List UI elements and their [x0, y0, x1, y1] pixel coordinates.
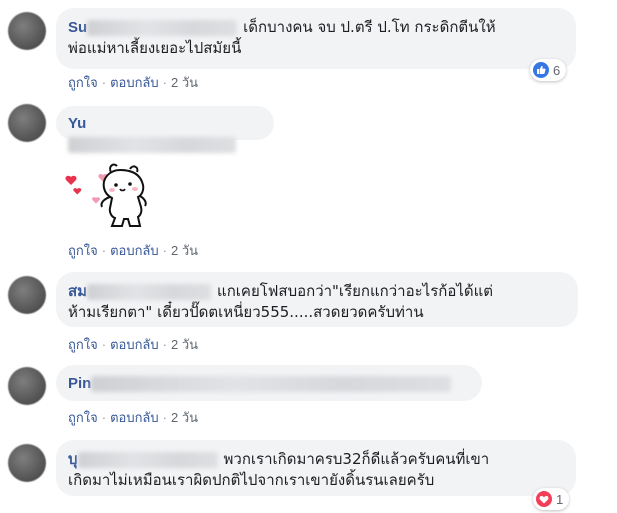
like-link[interactable]: ถูกใจ — [68, 75, 98, 90]
comment-text-line-2: พ่อแม่หาเลี้ยงเยอะไปสมัยนี้ — [68, 39, 242, 57]
comment-text-line-2: เกิดมาไม่เหมือนเราผิดปกติไปจากเราเขายังด… — [68, 471, 435, 489]
redacted-name — [91, 375, 452, 392]
comment-author[interactable]: Su — [68, 19, 87, 36]
reaction-count[interactable]: 1 — [533, 488, 570, 510]
comment-actions: ถูกใจ · ตอบกลับ · 2 วัน — [68, 334, 198, 355]
separator: · — [162, 75, 167, 90]
reply-link[interactable]: ตอบกลับ — [110, 75, 159, 90]
separator: · — [101, 75, 107, 90]
avatar[interactable] — [8, 276, 46, 314]
separator: · — [162, 337, 167, 352]
avatar[interactable] — [8, 104, 46, 142]
redacted-name — [77, 451, 218, 468]
comment-bubble: Su เด็กบางคน จบ ป.ตรี ป.โท กระดิกตีนให้ พ… — [56, 8, 576, 69]
comment-author[interactable]: สม — [68, 283, 87, 300]
separator: · — [162, 243, 167, 258]
comment-text-line-1: แกเคยโฟสบอกว่า"เรียกแกว่าอะไรก้อได้แต่ — [217, 282, 494, 300]
comment-text-line-1: พวกเราเกิดมาครบ32ก็ดีแล้วครับคนที่เขา — [223, 450, 490, 468]
reaction-number: 6 — [553, 62, 561, 78]
comment-text-line-1: เด็กบางคน จบ ป.ตรี ป.โท กระดิกตีนให้ — [243, 18, 496, 36]
comment-author[interactable]: Yu — [68, 115, 86, 132]
comment-author[interactable]: บุ — [68, 451, 78, 468]
love-reaction-icon — [536, 491, 552, 507]
comment-actions: ถูกใจ · ตอบกลับ · 2 วัน — [68, 72, 198, 93]
separator: · — [101, 243, 107, 258]
like-link[interactable]: ถูกใจ — [68, 243, 98, 258]
separator: · — [101, 337, 107, 352]
comment-timestamp[interactable]: 2 วัน — [171, 410, 198, 425]
reaction-number: 1 — [556, 491, 564, 507]
reply-link[interactable]: ตอบกลับ — [110, 410, 159, 425]
avatar[interactable] — [8, 367, 46, 405]
reply-link[interactable]: ตอบกลับ — [110, 337, 159, 352]
comment-text-line-2: ห้ามเรียกตา" เดี๋ยวปั๊ดตเหนี่ยว555.....ส… — [68, 303, 424, 321]
comment-bubble: บุ พวกเราเกิดมาครบ32ก็ดีแล้วครับคนที่เขา … — [56, 440, 576, 496]
separator: · — [162, 410, 167, 425]
like-link[interactable]: ถูกใจ — [68, 337, 98, 352]
redacted-name — [87, 283, 212, 300]
comment-bubble: Yu — [56, 106, 274, 153]
comment-bubble: Pin — [56, 365, 482, 401]
like-reaction-icon — [533, 62, 549, 78]
bear-hearts-sticker — [60, 152, 164, 232]
redacted-name — [68, 136, 236, 153]
comment-author[interactable]: Pin — [68, 375, 91, 392]
reply-link[interactable]: ตอบกลับ — [110, 243, 159, 258]
comment-actions: ถูกใจ · ตอบกลับ · 2 วัน — [68, 240, 198, 261]
reaction-count[interactable]: 6 — [530, 59, 567, 81]
comment-timestamp[interactable]: 2 วัน — [171, 337, 198, 352]
comment-actions: ถูกใจ · ตอบกลับ · 2 วัน — [68, 407, 198, 428]
comment-bubble: สม แกเคยโฟสบอกว่า"เรียกแกว่าอะไรก้อได้แต่… — [56, 272, 578, 327]
avatar[interactable] — [8, 12, 46, 50]
like-link[interactable]: ถูกใจ — [68, 410, 98, 425]
comment-timestamp[interactable]: 2 วัน — [171, 243, 198, 258]
comment-timestamp[interactable]: 2 วัน — [171, 75, 198, 90]
redacted-name — [87, 19, 238, 36]
separator: · — [101, 410, 107, 425]
avatar[interactable] — [8, 444, 46, 482]
